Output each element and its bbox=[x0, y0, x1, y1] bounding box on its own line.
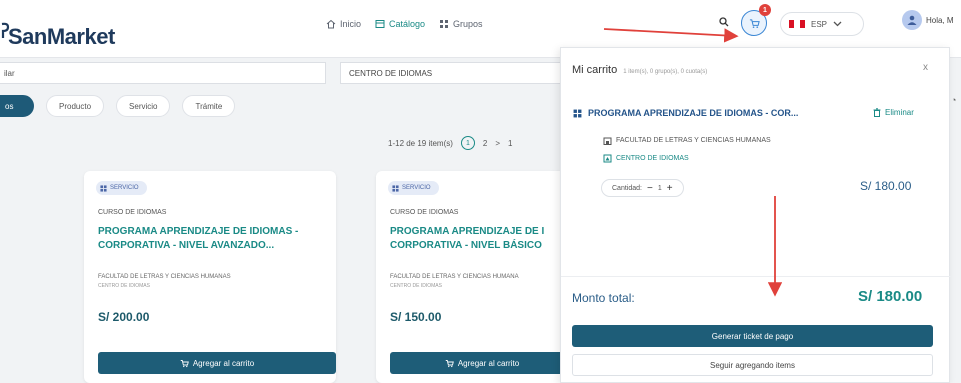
total-value: S/ 180.00 bbox=[858, 288, 923, 305]
remove-item-button[interactable]: Eliminar bbox=[873, 108, 914, 117]
cart-item-center: CENTRO DE IDIOMAS bbox=[603, 154, 689, 163]
language-label: ESP bbox=[811, 19, 828, 29]
cart-title: Mi carrito bbox=[572, 64, 618, 76]
logo-text: SanMarket bbox=[8, 24, 115, 49]
quantity-value: 1 bbox=[657, 184, 662, 192]
chip-producto[interactable]: Producto bbox=[46, 95, 105, 117]
product-price: S/ 150.00 bbox=[390, 310, 442, 324]
generate-ticket-button[interactable]: Generar ticket de pago bbox=[572, 325, 933, 347]
cart-icon bbox=[749, 18, 760, 28]
quantity-plus-button[interactable]: + bbox=[667, 183, 673, 194]
cart-item-center-label: CENTRO DE IDIOMAS bbox=[616, 155, 689, 162]
service-icon bbox=[573, 109, 582, 117]
cart-title-row: Mi carrito 1 item(s), 0 grupo(s), 0 cuot… bbox=[572, 64, 707, 76]
catalog-icon bbox=[375, 20, 385, 28]
quantity-stepper: Cantidad: − 1 + bbox=[601, 179, 684, 197]
product-price: S/ 200.00 bbox=[98, 310, 150, 324]
service-badge: SERVICIO bbox=[96, 181, 147, 195]
cart-item-faculty-label: FACULTAD DE LETRAS Y CIENCIAS HUMANAS bbox=[616, 137, 771, 144]
product-card[interactable]: SERVICIO CURSO DE IDIOMAS PROGRAMA APREN… bbox=[84, 171, 336, 383]
page-1-button[interactable]: 1 bbox=[460, 136, 475, 150]
product-center: CENTRO DE IDIOMAS bbox=[390, 283, 442, 289]
service-icon bbox=[392, 184, 399, 192]
continue-shopping-button[interactable]: Seguir agregando items bbox=[572, 354, 933, 376]
user-greeting: Hola, M bbox=[926, 15, 954, 25]
peru-flag-icon bbox=[789, 20, 805, 28]
cart-icon bbox=[445, 359, 454, 367]
page-2-button[interactable]: 2 bbox=[483, 139, 487, 148]
center-icon bbox=[603, 154, 612, 163]
search-input[interactable]: ilar bbox=[0, 62, 326, 84]
divider bbox=[561, 276, 951, 277]
chevron-down-icon bbox=[833, 21, 842, 27]
search-icon bbox=[719, 17, 729, 27]
nav-label-catalogo: Catálogo bbox=[389, 19, 426, 29]
avatar bbox=[902, 10, 922, 30]
close-icon[interactable]: x bbox=[923, 62, 928, 73]
chip-tramite[interactable]: Trámite bbox=[182, 95, 236, 117]
cart-item-faculty: FACULTAD DE LETRAS Y CIENCIAS HUMANAS bbox=[603, 136, 771, 145]
cart-item-title-row[interactable]: PROGRAMA APRENDIZAJE DE IDIOMAS - COR... bbox=[573, 108, 798, 118]
nav-item-catalogo[interactable]: Catálogo bbox=[375, 19, 425, 29]
add-to-cart-button[interactable]: Agregar al carrito bbox=[390, 352, 574, 374]
cart-panel: Mi carrito 1 item(s), 0 grupo(s), 0 cuot… bbox=[560, 47, 951, 383]
language-selector[interactable]: ESP bbox=[780, 12, 864, 36]
nav-label-grupos: Grupos bbox=[453, 19, 483, 29]
pagination-range: 1-12 de 19 item(s) bbox=[388, 138, 453, 148]
product-faculty: FACULTAD DE LETRAS Y CIENCIAS HUMANA bbox=[390, 274, 519, 280]
view-toggle-icon[interactable]: ◔ bbox=[951, 95, 956, 105]
quantity-minus-button[interactable]: − bbox=[647, 183, 653, 194]
badge-label: SERVICIO bbox=[402, 185, 431, 191]
trash-icon bbox=[873, 108, 881, 117]
chip-todos[interactable]: os bbox=[0, 95, 34, 117]
quantity-label: Cantidad: bbox=[612, 184, 642, 192]
nav-item-inicio[interactable]: Inicio bbox=[326, 19, 361, 29]
cart-icon bbox=[180, 359, 189, 367]
building-icon bbox=[603, 137, 612, 145]
user-icon bbox=[907, 15, 917, 25]
user-menu[interactable]: Hola, M bbox=[902, 10, 954, 30]
service-badge: SERVICIO bbox=[388, 181, 439, 195]
cart-item-title: PROGRAMA APRENDIZAJE DE IDIOMAS - COR... bbox=[588, 108, 799, 118]
search-button[interactable] bbox=[716, 14, 732, 30]
next-page-icon[interactable]: > bbox=[495, 139, 500, 148]
center-select[interactable]: CENTRO DE IDIOMAS bbox=[340, 62, 570, 84]
cart-summary: 1 item(s), 0 grupo(s), 0 cuota(s) bbox=[623, 69, 708, 75]
nav-label-inicio: Inicio bbox=[340, 19, 362, 29]
remove-label: Eliminar bbox=[885, 108, 914, 117]
product-category: CURSO DE IDIOMAS bbox=[390, 209, 459, 216]
product-faculty: FACULTAD DE LETRAS Y CIENCIAS HUMANAS bbox=[98, 274, 231, 280]
nav-item-grupos[interactable]: Grupos bbox=[439, 19, 483, 29]
add-to-cart-button[interactable]: Agregar al carrito bbox=[98, 352, 336, 374]
main-nav: Inicio Catálogo Grupos bbox=[326, 19, 483, 29]
product-center: CENTRO DE IDIOMAS bbox=[98, 283, 150, 289]
pagination: 1-12 de 19 item(s) 1 2 > 1 bbox=[388, 136, 513, 150]
cart-count-badge: 1 bbox=[759, 4, 771, 16]
page-more[interactable]: 1 bbox=[508, 139, 512, 148]
type-filter-chips: os Producto Servicio Trámite bbox=[0, 95, 236, 117]
badge-label: SERVICIO bbox=[110, 185, 139, 191]
groups-icon bbox=[440, 20, 449, 28]
total-label: Monto total: bbox=[572, 291, 635, 305]
product-category: CURSO DE IDIOMAS bbox=[98, 209, 167, 216]
chip-servicio[interactable]: Servicio bbox=[116, 95, 171, 117]
add-to-cart-label: Agregar al carrito bbox=[192, 358, 255, 368]
home-icon bbox=[326, 19, 336, 29]
service-icon bbox=[100, 184, 107, 192]
product-title[interactable]: PROGRAMA APRENDIZAJE DE IDIOMAS - CORPOR… bbox=[98, 225, 328, 253]
cart-item-price: S/ 180.00 bbox=[860, 179, 912, 193]
product-title[interactable]: PROGRAMA APRENDIZAJE DE I CORPORATIVA - … bbox=[390, 225, 570, 253]
add-to-cart-label: Agregar al carrito bbox=[457, 358, 520, 368]
